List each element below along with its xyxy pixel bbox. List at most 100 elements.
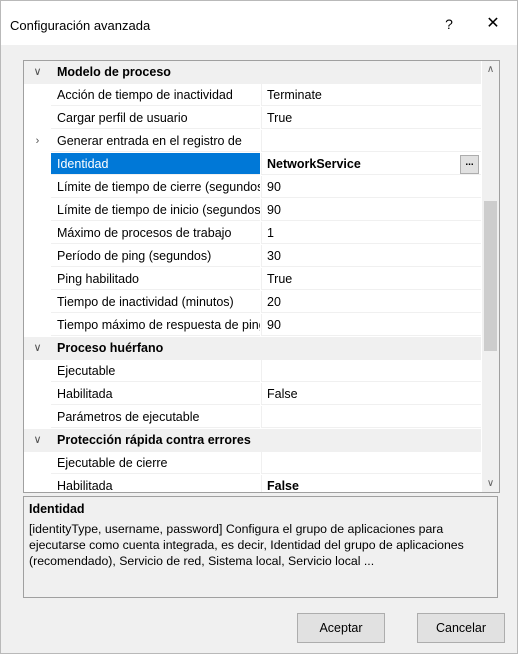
dialog-title: Configuración avanzada (10, 18, 151, 33)
property-name[interactable]: Límite de tiempo de cierre (segundos) (51, 176, 260, 198)
scroll-down-icon[interactable]: ∨ (482, 475, 499, 492)
property-value-text: True (267, 111, 293, 125)
collapse-chevron-icon[interactable]: ∨ (24, 429, 51, 452)
property-row[interactable]: Límite de tiempo de cierre (segundos) 90 (24, 176, 481, 199)
property-value[interactable]: NetworkService... (261, 153, 481, 175)
category-row[interactable]: ∨ Protección rápida contra errores (24, 429, 481, 452)
property-name[interactable]: Período de ping (segundos) (51, 245, 260, 267)
property-value[interactable]: 1 (261, 222, 481, 244)
property-row[interactable]: Habilitada False (24, 383, 481, 406)
row-gutter (24, 199, 51, 222)
description-text: [identityType, username, password] Confi… (29, 522, 464, 568)
property-name[interactable]: Tiempo máximo de respuesta de ping (51, 314, 260, 336)
property-value[interactable]: 90 (261, 314, 481, 336)
property-value[interactable]: 30 (261, 245, 481, 267)
property-value-text: True (267, 272, 293, 286)
category-row[interactable]: ∨ Proceso huérfano (24, 337, 481, 360)
property-row[interactable]: Identidad NetworkService... (24, 153, 481, 176)
property-value-text: 1 (267, 226, 274, 240)
row-gutter (24, 245, 51, 268)
collapse-chevron-icon[interactable]: ∨ (24, 337, 51, 360)
property-value-text: 20 (267, 295, 281, 309)
row-gutter (24, 176, 51, 199)
property-name[interactable]: Habilitada (51, 383, 260, 405)
property-row[interactable]: Tiempo máximo de respuesta de ping 90 (24, 314, 481, 337)
category-name: Proceso huérfano (51, 337, 481, 360)
row-gutter (24, 268, 51, 291)
property-name[interactable]: Ping habilitado (51, 268, 260, 290)
property-grid[interactable]: ∨ Modelo de proceso Acción de tiempo de in… (23, 60, 500, 493)
property-name[interactable]: Tiempo de inactividad (minutos) (51, 291, 260, 313)
collapse-chevron-icon[interactable]: ∨ (24, 61, 51, 84)
property-value-text: Terminate (267, 88, 322, 102)
property-row[interactable]: › Generar entrada en el registro de (24, 130, 481, 153)
property-row[interactable]: Habilitada False (24, 475, 481, 493)
close-button[interactable]: ✕ (473, 9, 513, 39)
property-value-text: False (267, 479, 299, 493)
vertical-scrollbar[interactable]: ∧ ∨ (482, 61, 499, 492)
cancel-button[interactable]: Cancelar (417, 613, 505, 643)
category-name: Modelo de proceso (51, 61, 481, 84)
row-gutter (24, 107, 51, 130)
property-value-text: 90 (267, 203, 281, 217)
scroll-up-icon[interactable]: ∧ (482, 61, 499, 78)
property-name[interactable]: Máximo de procesos de trabajo (51, 222, 260, 244)
property-value-text: False (267, 387, 298, 401)
property-value[interactable]: True (261, 107, 481, 129)
row-gutter (24, 452, 51, 475)
scroll-thumb[interactable] (484, 201, 497, 351)
row-gutter (24, 406, 51, 429)
property-row[interactable]: Límite de tiempo de inicio (segundos) 90 (24, 199, 481, 222)
property-name[interactable]: Parámetros de ejecutable (51, 406, 260, 428)
accept-button[interactable]: Aceptar (297, 613, 385, 643)
property-value[interactable] (261, 452, 481, 474)
property-value[interactable]: 90 (261, 199, 481, 221)
property-row[interactable]: Ping habilitado True (24, 268, 481, 291)
property-row[interactable]: Ejecutable (24, 360, 481, 383)
property-value[interactable]: 20 (261, 291, 481, 313)
row-gutter (24, 314, 51, 337)
property-value[interactable]: False (261, 383, 481, 405)
property-row[interactable]: Ejecutable de cierre (24, 452, 481, 475)
property-value[interactable] (261, 130, 481, 152)
property-name[interactable]: Habilitada (51, 475, 260, 492)
help-button[interactable]: ? (429, 9, 469, 39)
property-name[interactable]: Generar entrada en el registro de (51, 130, 260, 152)
property-row[interactable]: Parámetros de ejecutable (24, 406, 481, 429)
property-value-text: 90 (267, 180, 281, 194)
property-value-text: 30 (267, 249, 281, 263)
property-row[interactable]: Acción de tiempo de inactividad Terminate (24, 84, 481, 107)
expand-chevron-icon[interactable]: › (24, 130, 51, 153)
property-name[interactable]: Cargar perfil de usuario (51, 107, 260, 129)
description-panel: Identidad [identityType, username, passw… (23, 496, 498, 598)
row-gutter (24, 153, 51, 176)
property-name[interactable]: Acción de tiempo de inactividad (51, 84, 260, 106)
description-title: Identidad (29, 502, 85, 516)
property-name[interactable]: Límite de tiempo de inicio (segundos) (51, 199, 260, 221)
row-gutter (24, 291, 51, 314)
property-value[interactable] (261, 360, 481, 382)
property-name[interactable]: Identidad (51, 153, 260, 175)
property-value[interactable]: Terminate (261, 84, 481, 106)
property-row[interactable]: Máximo de procesos de trabajo 1 (24, 222, 481, 245)
property-name[interactable]: Ejecutable (51, 360, 260, 382)
property-value-text: 90 (267, 318, 281, 332)
row-gutter (24, 222, 51, 245)
title-bar: Configuración avanzada ? ✕ (1, 1, 517, 45)
property-row[interactable]: Tiempo de inactividad (minutos) 20 (24, 291, 481, 314)
property-value[interactable] (261, 406, 481, 428)
category-name: Protección rápida contra errores (51, 429, 481, 452)
category-row[interactable]: ∨ Modelo de proceso (24, 61, 481, 84)
property-row[interactable]: Período de ping (segundos) 30 (24, 245, 481, 268)
row-gutter (24, 383, 51, 406)
ellipsis-button[interactable]: ... (460, 155, 479, 174)
property-value[interactable]: True (261, 268, 481, 290)
row-gutter (24, 84, 51, 107)
advanced-settings-dialog: Configuración avanzada ? ✕ ∨ Modelo de pr… (0, 0, 518, 654)
property-name[interactable]: Ejecutable de cierre (51, 452, 260, 474)
row-gutter (24, 360, 51, 383)
property-value[interactable]: 90 (261, 176, 481, 198)
property-value[interactable]: False (261, 475, 481, 493)
row-gutter (24, 475, 51, 492)
property-row[interactable]: Cargar perfil de usuario True (24, 107, 481, 130)
